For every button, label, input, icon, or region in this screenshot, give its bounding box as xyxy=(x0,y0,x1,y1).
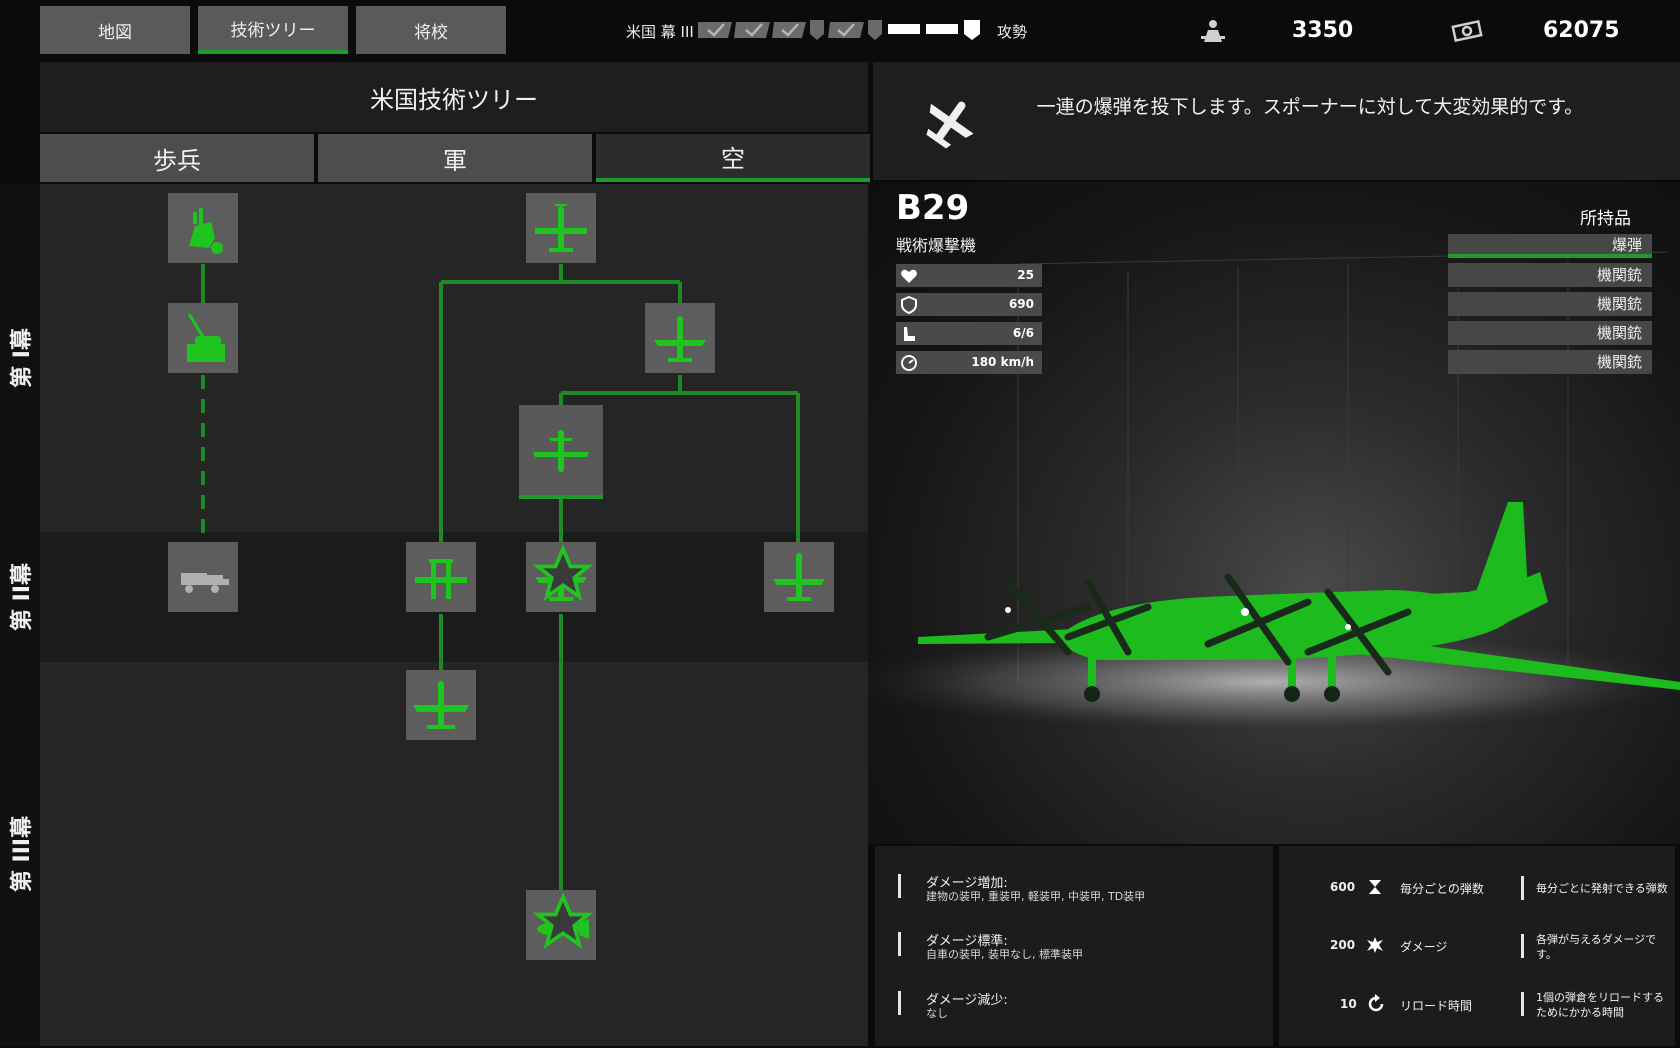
weapon-slot-mg-2[interactable]: 機関銃 xyxy=(1448,292,1652,316)
shield-icon xyxy=(901,296,917,314)
money-value: 62075 xyxy=(1543,18,1620,43)
fighter-plane-icon xyxy=(773,553,825,601)
hourglass-icon xyxy=(1369,880,1381,894)
stat-health: 25 xyxy=(896,264,1042,287)
bar-marker xyxy=(1521,992,1524,1016)
damage-value: 200 xyxy=(1330,938,1356,952)
unit-name: B29 xyxy=(896,188,970,228)
tech-node-truck-locked[interactable] xyxy=(168,542,238,612)
star-icon xyxy=(533,544,593,601)
tech-node-fighter-4[interactable] xyxy=(764,542,834,612)
bar-marker xyxy=(1521,876,1524,900)
stat-seats: 6/6 xyxy=(896,322,1042,345)
speedometer-icon xyxy=(901,355,917,371)
damage-label: ダメージ xyxy=(1400,940,1448,954)
rpm-label: 毎分ごとの弾数 xyxy=(1400,882,1484,896)
explosion-icon xyxy=(1367,937,1383,953)
rpm-value: 600 xyxy=(1330,880,1356,894)
twin-engine-plane-icon xyxy=(415,559,467,599)
manpower-value: 3350 xyxy=(1292,18,1354,43)
weapon-slot-mg-4[interactable]: 機関銃 xyxy=(1448,350,1652,374)
tech-node-b29-selected[interactable] xyxy=(519,405,603,499)
bar-marker xyxy=(898,932,901,956)
unit-type: 戦術爆撃機 xyxy=(896,236,977,255)
stat-armor: 690 xyxy=(896,293,1042,316)
seat-icon xyxy=(904,327,915,341)
manpower-icon xyxy=(1201,20,1225,42)
reload-desc: 1個の弾倉をリロードするためにかかる時間 xyxy=(1536,991,1664,1019)
fighter-plane-icon xyxy=(654,316,706,362)
truck-icon xyxy=(181,573,229,593)
heart-icon xyxy=(901,269,917,283)
rpm-desc: 毎分ごとに発射できる弾数 xyxy=(1536,882,1668,895)
tech-node-aa-gun[interactable] xyxy=(168,193,238,263)
money-icon xyxy=(1451,19,1483,43)
tech-node-twin-fighter[interactable] xyxy=(406,542,476,612)
fighter-plane-icon xyxy=(535,204,587,252)
damage-increase-text: 建物の装甲, 重装甲, 軽装甲, 中装甲, TD装甲 xyxy=(926,890,1146,903)
tech-node-fighter-2[interactable] xyxy=(645,303,715,373)
fighter-plane-icon xyxy=(413,681,469,729)
reload-label: リロード時間 xyxy=(1400,999,1473,1013)
tech-node-heavy-fighter[interactable] xyxy=(406,670,476,740)
reload-icon xyxy=(1368,994,1384,1012)
damage-standard-text: 自車の装甲, 装甲なし, 標準装甲 xyxy=(926,948,1083,961)
tech-node-fighter-3[interactable] xyxy=(526,542,596,612)
emplacement-icon xyxy=(187,313,225,362)
bar-marker xyxy=(898,991,901,1015)
reload-value: 10 xyxy=(1340,997,1357,1011)
tech-node-fighter-1[interactable] xyxy=(526,193,596,263)
damage-desc: 各弾が与えるダメージです。 xyxy=(1536,933,1657,961)
description-box xyxy=(873,62,1680,180)
inventory-label: 所持品 xyxy=(1580,209,1631,229)
bar-marker xyxy=(1521,934,1524,958)
weapon-slot-mg-3[interactable]: 機関銃 xyxy=(1448,321,1652,345)
stat-speed: 180 km/h xyxy=(896,351,1042,374)
bar-marker xyxy=(898,874,901,898)
unit-description: 一連の爆弾を投下します。スポーナーに対して大変効果的です。 xyxy=(1036,96,1584,118)
star-icon xyxy=(533,892,593,949)
weapon-slot-bombs[interactable]: 爆弾 xyxy=(1448,234,1652,258)
tree-connectors xyxy=(201,264,800,890)
tech-node-bomb[interactable] xyxy=(526,890,596,960)
aa-gun-icon xyxy=(189,208,223,254)
tech-node-searchlight[interactable] xyxy=(168,303,238,373)
damage-decrease-text: なし xyxy=(926,1007,948,1020)
offensive-label: 攻勢 xyxy=(997,23,1028,41)
bomber-plane-icon xyxy=(533,430,589,472)
bomber-class-icon xyxy=(926,101,974,149)
weapon-slot-mg-1[interactable]: 機関銃 xyxy=(1448,263,1652,287)
